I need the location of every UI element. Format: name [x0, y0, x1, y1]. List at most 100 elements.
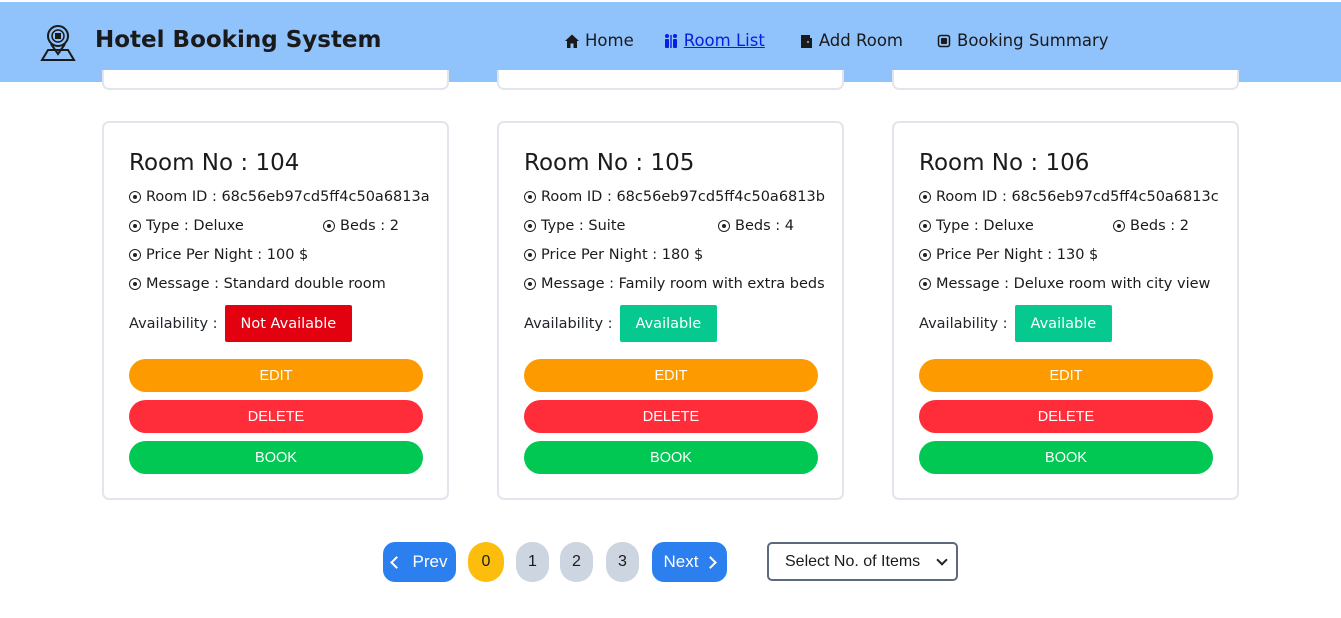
room-id: Room ID : 68c56eb97cd5ff4c50a6813c [936, 189, 1219, 205]
bullet-icon [524, 220, 536, 232]
room-id-row: Room ID : 68c56eb97cd5ff4c50a6813b [524, 189, 825, 205]
room-price-row: Price Per Night : 100 $ [129, 247, 308, 263]
delete-button[interactable]: DELETE [524, 400, 818, 433]
bullet-icon [524, 249, 536, 261]
room-title: Room No : 106 [919, 150, 1090, 176]
room-beds: Beds : 4 [718, 218, 794, 234]
bullet-icon [129, 191, 141, 203]
room-message-row: Message : Deluxe room with city view [919, 276, 1210, 292]
room-type: Type : Deluxe [936, 218, 1034, 234]
bullet-icon [129, 220, 141, 232]
bullet-icon [1113, 220, 1125, 232]
bullet-icon [718, 220, 730, 232]
nav-room-list-label: Room List [683, 31, 765, 50]
nav-add-room-link[interactable]: Add Room [798, 31, 903, 50]
brand-title: Hotel Booking System [95, 27, 382, 53]
items-per-page-value: Select No. of Items [785, 552, 921, 570]
availability-row: Availability : Available [919, 305, 1113, 342]
room-beds-label: Beds : 2 [340, 218, 399, 234]
book-button[interactable]: BOOK [129, 441, 423, 474]
room-message: Message : Deluxe room with city view [936, 276, 1211, 292]
room-beds: Beds : 2 [1113, 218, 1189, 234]
bullet-icon [323, 220, 335, 232]
room-card: Room No : 105 Room ID : 68c56eb97cd5ff4c… [497, 121, 844, 500]
room-message-row: Message : Standard double room [129, 276, 386, 292]
nav-home-label: Home [585, 31, 634, 50]
items-per-page-select[interactable]: Select No. of Items [767, 542, 958, 581]
page-button[interactable]: 1 [516, 542, 549, 582]
room-card-partial [497, 70, 844, 90]
room-price-row: Price Per Night : 180 $ [524, 247, 703, 263]
bullet-icon [919, 220, 931, 232]
next-button[interactable]: Next [652, 542, 727, 582]
prev-button[interactable]: Prev [383, 542, 456, 582]
availability-row: Availability : Available [524, 305, 718, 342]
bullet-icon [919, 191, 931, 203]
availability-badge: Available [1014, 305, 1113, 342]
room-type-row: Type : Suite Beds : 4 [524, 218, 824, 234]
room-price: Price Per Night : 130 $ [936, 247, 1099, 263]
bullet-icon [524, 191, 536, 203]
room-type-row: Type : Deluxe Beds : 2 [129, 218, 429, 234]
room-beds-label: Beds : 2 [1130, 218, 1189, 234]
room-message-row: Message : Family room with extra beds [524, 276, 825, 292]
chevron-down-icon [936, 554, 948, 566]
nav-home-link[interactable]: Home [564, 31, 634, 50]
edit-button[interactable]: EDIT [919, 359, 1213, 392]
page-button[interactable]: 2 [560, 542, 593, 582]
people-icon [664, 33, 677, 48]
book-button[interactable]: BOOK [919, 441, 1213, 474]
availability-label: Availability : [524, 315, 613, 332]
room-id: Room ID : 68c56eb97cd5ff4c50a6813b [541, 189, 825, 205]
room-beds-label: Beds : 4 [735, 218, 794, 234]
room-card: Room No : 104 Room ID : 68c56eb97cd5ff4c… [102, 121, 449, 500]
delete-button[interactable]: DELETE [919, 400, 1213, 433]
room-id: Room ID : 68c56eb97cd5ff4c50a6813a [146, 189, 430, 205]
delete-button[interactable]: DELETE [129, 400, 423, 433]
room-type-row: Type : Deluxe Beds : 2 [919, 218, 1219, 234]
availability-label: Availability : [129, 315, 218, 332]
room-title: Room No : 104 [129, 150, 300, 176]
bullet-icon [524, 278, 536, 290]
page-button[interactable]: 0 [468, 542, 504, 582]
book-button[interactable]: BOOK [524, 441, 818, 474]
nav-room-list-link[interactable]: Room List [663, 31, 765, 50]
door-icon [800, 34, 812, 48]
room-price: Price Per Night : 100 $ [146, 247, 309, 263]
room-beds: Beds : 2 [323, 218, 399, 234]
home-icon [565, 34, 579, 48]
page-button[interactable]: 3 [606, 542, 639, 582]
nav-add-room-label: Add Room [818, 31, 903, 50]
prev-label: Prev [412, 552, 448, 571]
availability-row: Availability : Not Available [129, 305, 353, 342]
room-message: Message : Family room with extra beds [541, 276, 825, 292]
bullet-icon [129, 278, 141, 290]
room-type: Type : Deluxe [146, 218, 244, 234]
availability-badge: Not Available [224, 305, 353, 342]
nav-booking-summary-link[interactable]: Booking Summary [936, 31, 1109, 50]
availability-badge: Available [619, 305, 718, 342]
room-title: Room No : 105 [524, 150, 695, 176]
bullet-icon [919, 249, 931, 261]
room-price-row: Price Per Night : 130 $ [919, 247, 1098, 263]
room-card: Room No : 106 Room ID : 68c56eb97cd5ff4c… [892, 121, 1239, 500]
room-message: Message : Standard double room [146, 276, 386, 292]
room-id-row: Room ID : 68c56eb97cd5ff4c50a6813a [129, 189, 430, 205]
room-price: Price Per Night : 180 $ [541, 247, 704, 263]
summary-icon [937, 34, 951, 47]
room-card-partial [102, 70, 449, 90]
bullet-icon [129, 249, 141, 261]
room-type: Type : Suite [541, 218, 626, 234]
room-id-row: Room ID : 68c56eb97cd5ff4c50a6813c [919, 189, 1219, 205]
room-card-partial [892, 70, 1239, 90]
chevron-left-icon [389, 555, 403, 569]
next-label: Next [663, 552, 699, 571]
bullet-icon [919, 278, 931, 290]
edit-button[interactable]: EDIT [129, 359, 423, 392]
nav-booking-summary-label: Booking Summary [957, 31, 1109, 50]
edit-button[interactable]: EDIT [524, 359, 818, 392]
chevron-right-icon [704, 555, 718, 569]
availability-label: Availability : [919, 315, 1008, 332]
nav-links: Home Room List Add Room Booking Summary [564, 31, 1109, 50]
hotel-location-icon [40, 25, 76, 61]
